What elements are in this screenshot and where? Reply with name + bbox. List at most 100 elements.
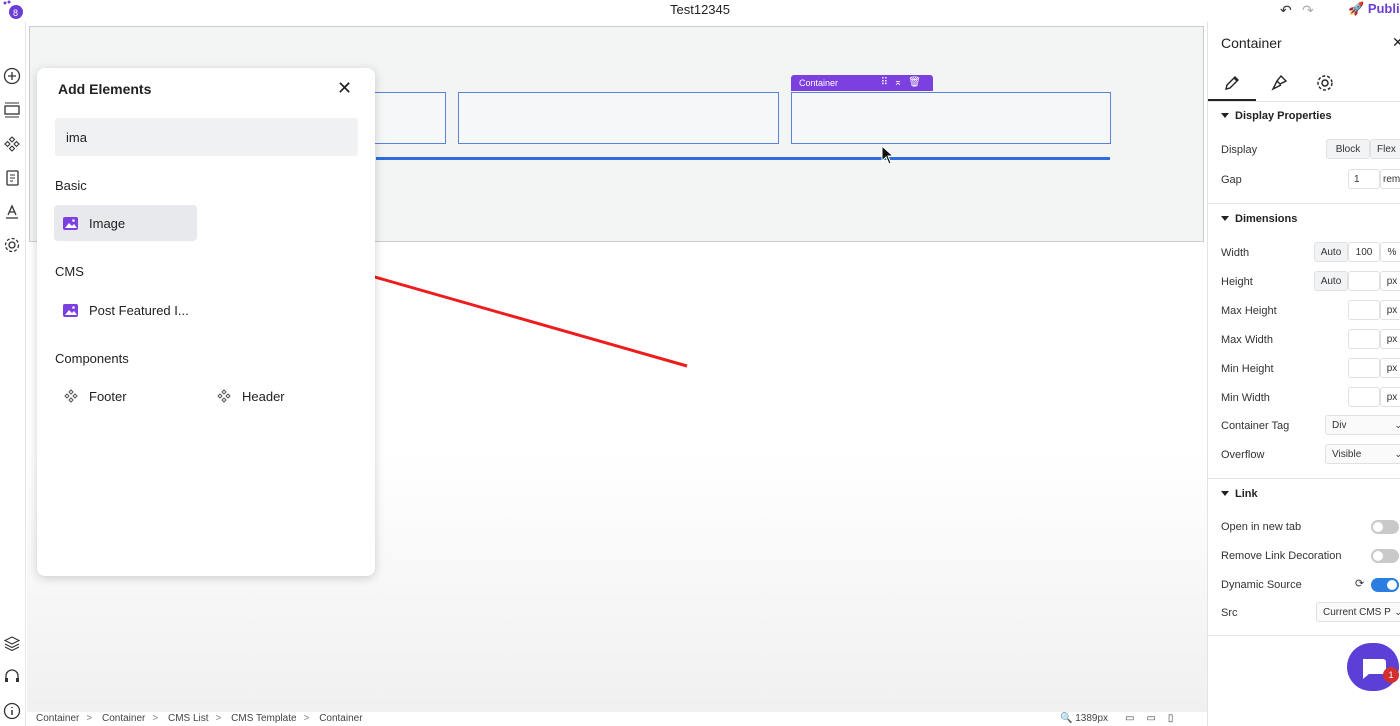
display-properties-heading[interactable]: Display Properties bbox=[1221, 110, 1332, 122]
support-icon[interactable] bbox=[3, 668, 21, 686]
container-box-3-selected[interactable] bbox=[791, 92, 1111, 144]
component-icon bbox=[64, 389, 78, 403]
min-height-unit-select[interactable]: px bbox=[1380, 358, 1400, 378]
refresh-icon[interactable]: ⟳ bbox=[1355, 577, 1364, 590]
height-input[interactable] bbox=[1348, 271, 1380, 291]
mouse-cursor-icon bbox=[881, 145, 895, 165]
min-width-unit-select[interactable]: px bbox=[1380, 387, 1400, 407]
breadcrumb-item[interactable]: CMS List bbox=[168, 713, 209, 724]
width-input[interactable]: 100 bbox=[1348, 242, 1380, 262]
container-tag-label: Container bbox=[799, 78, 839, 88]
chevron-right-icon: > bbox=[303, 713, 310, 724]
gap-input[interactable]: 1 bbox=[1348, 169, 1380, 189]
component-item-header[interactable]: Header bbox=[207, 378, 337, 414]
display-flex-option[interactable]: Flex bbox=[1370, 139, 1400, 159]
image-icon bbox=[63, 216, 78, 230]
canvas-width-value: 1389px bbox=[1075, 713, 1109, 724]
container-tag-value: Div bbox=[1332, 419, 1347, 431]
active-tab-indicator bbox=[1208, 99, 1256, 101]
dynamic-source-toggle[interactable] bbox=[1371, 578, 1399, 592]
element-item-post-featured-image[interactable]: Post Featured I... bbox=[54, 292, 214, 328]
dimensions-heading[interactable]: Dimensions bbox=[1221, 213, 1297, 225]
max-height-input[interactable] bbox=[1348, 300, 1380, 320]
divider bbox=[1208, 478, 1400, 479]
gap-unit-select[interactable]: rem bbox=[1380, 169, 1400, 189]
add-elements-title: Add Elements bbox=[58, 81, 152, 97]
overflow-select[interactable]: Visible ⌄ bbox=[1325, 444, 1400, 464]
element-item-label: Image bbox=[89, 215, 126, 231]
delete-icon[interactable]: 🗑 bbox=[908, 77, 927, 88]
section-icon[interactable] bbox=[3, 101, 21, 119]
display-label: Display bbox=[1221, 144, 1258, 156]
breadcrumb-item[interactable]: CMS Template bbox=[231, 713, 296, 724]
notification-badge: 1 bbox=[1383, 667, 1399, 683]
remove-link-decoration-toggle[interactable] bbox=[1371, 549, 1399, 563]
pages-icon[interactable] bbox=[3, 169, 21, 187]
typography-icon[interactable] bbox=[3, 203, 21, 221]
component-icon bbox=[217, 389, 231, 403]
info-icon[interactable] bbox=[3, 702, 21, 720]
src-value: Current CMS P bbox=[1323, 606, 1391, 618]
height-label: Height bbox=[1221, 276, 1253, 288]
close-icon[interactable]: ✕ bbox=[337, 78, 352, 99]
add-icon[interactable] bbox=[3, 67, 21, 85]
chevron-right-icon: > bbox=[86, 713, 93, 724]
element-item-label: Post Featured I... bbox=[89, 302, 189, 318]
add-elements-panel: Add Elements ✕ Basic Image CMS Post Feat… bbox=[37, 68, 375, 576]
max-width-label: Max Width bbox=[1221, 334, 1273, 346]
container-tag-label: Container Tag bbox=[1221, 420, 1290, 432]
component-item-footer[interactable]: Footer bbox=[54, 378, 184, 414]
layers-icon[interactable] bbox=[3, 634, 21, 652]
src-label: Src bbox=[1221, 607, 1238, 619]
breadcrumb-item[interactable]: Container bbox=[102, 713, 145, 724]
container-tag-select[interactable]: Div ⌄ bbox=[1325, 415, 1400, 435]
max-width-unit-select[interactable]: px bbox=[1380, 329, 1400, 349]
selected-container-tag[interactable]: Container ⠿⌅🗑 bbox=[791, 75, 933, 91]
chevron-right-icon: > bbox=[152, 713, 159, 724]
breadcrumb-item[interactable]: Container bbox=[36, 713, 79, 724]
open-new-tab-toggle[interactable] bbox=[1371, 520, 1399, 534]
remove-link-decoration-label: Remove Link Decoration bbox=[1221, 550, 1342, 562]
container-box-2[interactable] bbox=[458, 92, 779, 144]
desktop-icon[interactable]: ▭ bbox=[1125, 713, 1146, 724]
link-heading[interactable]: Link bbox=[1221, 488, 1258, 500]
width-label: Width bbox=[1221, 247, 1250, 259]
dynamic-source-label: Dynamic Source bbox=[1221, 579, 1302, 591]
settings-icon[interactable] bbox=[1315, 73, 1335, 93]
canvas-width-readout[interactable]: 🔍 1389px bbox=[1060, 713, 1108, 724]
settings-icon[interactable] bbox=[3, 236, 21, 254]
edit-icon[interactable] bbox=[1222, 73, 1242, 93]
max-width-input[interactable] bbox=[1348, 329, 1380, 349]
src-select[interactable]: Current CMS P ⌄ bbox=[1316, 602, 1400, 622]
height-auto-button[interactable]: Auto bbox=[1314, 271, 1348, 291]
undo-icon[interactable]: ↶ bbox=[1280, 2, 1292, 19]
element-item-image[interactable]: Image bbox=[54, 205, 197, 241]
width-unit-select[interactable]: % bbox=[1380, 242, 1400, 262]
publish-button[interactable]: 🚀 Publis bbox=[1348, 1, 1400, 17]
zoom-icon: 🔍 bbox=[1060, 713, 1073, 724]
redo-icon[interactable]: ↷ bbox=[1302, 2, 1314, 19]
components-icon[interactable] bbox=[3, 135, 21, 153]
top-bar: 8 Test12345 ↶ ↷ 🚀 Publis bbox=[0, 0, 1400, 22]
min-height-label: Min Height bbox=[1221, 363, 1274, 375]
mobile-icon[interactable]: ▯ bbox=[1168, 713, 1186, 724]
close-icon[interactable]: ✕ bbox=[1392, 34, 1400, 51]
min-height-input[interactable] bbox=[1348, 358, 1380, 378]
element-search-input[interactable] bbox=[55, 118, 358, 156]
style-icon[interactable] bbox=[1269, 73, 1289, 93]
min-width-input[interactable] bbox=[1348, 387, 1380, 407]
device-switcher: ▭▭▯ bbox=[1125, 713, 1185, 724]
image-icon bbox=[63, 303, 78, 317]
select-parent-icon[interactable]: ⌅ bbox=[894, 77, 908, 88]
document-title: Test12345 bbox=[670, 2, 730, 17]
chevron-down-icon: ⌄ bbox=[1394, 607, 1400, 618]
left-toolbar bbox=[0, 22, 26, 726]
width-auto-button[interactable]: Auto bbox=[1314, 242, 1348, 262]
tablet-icon[interactable]: ▭ bbox=[1146, 713, 1167, 724]
breadcrumb-item[interactable]: Container bbox=[319, 713, 362, 724]
divider bbox=[1208, 203, 1400, 204]
drag-handle-icon[interactable]: ⠿ bbox=[881, 77, 894, 88]
display-block-option[interactable]: Block bbox=[1326, 139, 1370, 159]
height-unit-select[interactable]: px bbox=[1380, 271, 1400, 291]
max-height-unit-select[interactable]: px bbox=[1380, 300, 1400, 320]
